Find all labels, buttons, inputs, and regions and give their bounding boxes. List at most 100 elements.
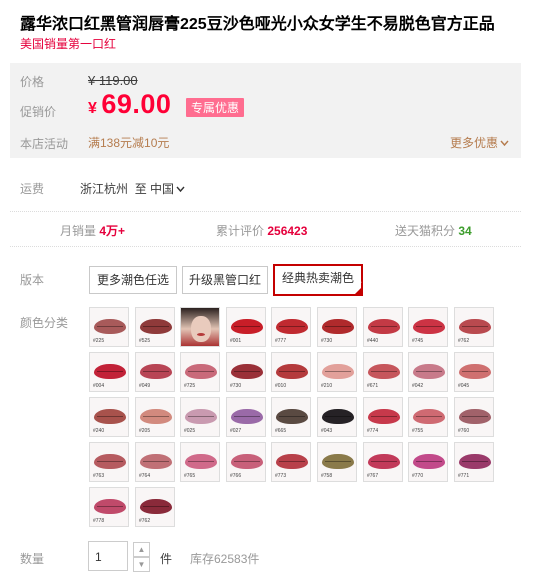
lips-swatch-image — [140, 454, 172, 469]
swatch-code: #027 — [230, 428, 242, 434]
color-swatch[interactable] — [180, 307, 220, 347]
stock-count: 库存62583件 — [190, 552, 260, 566]
product-subtitle: 美国销量第一口红 — [20, 37, 117, 51]
original-price: ¥ 119.00 — [88, 73, 138, 88]
swatch-code: #763 — [93, 473, 105, 479]
color-swatch[interactable]: #225 — [89, 307, 129, 347]
lips-swatch-image — [368, 319, 400, 334]
quantity-input[interactable]: 1 — [88, 541, 128, 571]
lips-swatch-image — [185, 364, 217, 379]
shipping-to: 至 中国 — [134, 182, 175, 196]
lips-swatch-image — [322, 409, 354, 424]
lips-swatch-image — [322, 319, 354, 334]
color-swatch[interactable]: #240 — [89, 397, 129, 437]
swatch-code: #440 — [367, 338, 379, 344]
review-count[interactable]: 累计评价 256423 — [216, 222, 307, 239]
color-swatch[interactable]: #755 — [408, 397, 448, 437]
swatch-code: #770 — [412, 473, 424, 479]
color-swatch[interactable]: #766 — [226, 442, 266, 482]
color-swatch[interactable]: #762 — [454, 307, 494, 347]
color-swatch[interactable]: #770 — [408, 442, 448, 482]
color-swatch[interactable]: #730 — [226, 352, 266, 392]
lips-swatch-image — [94, 499, 126, 514]
swatch-code: #725 — [184, 383, 196, 389]
version-option-more-colors[interactable]: 更多潮色任选 — [89, 266, 177, 294]
color-swatch[interactable]: #671 — [363, 352, 403, 392]
swatch-code: #225 — [93, 338, 105, 344]
swatch-code: #774 — [367, 428, 379, 434]
color-swatch[interactable]: #010 — [271, 352, 311, 392]
tmall-points-label: 送天猫积分 — [395, 224, 456, 238]
swatch-code: #767 — [367, 473, 379, 479]
lips-swatch-image — [94, 364, 126, 379]
color-swatch[interactable]: #767 — [363, 442, 403, 482]
lips-swatch-image — [185, 409, 217, 424]
color-swatch[interactable]: #771 — [454, 442, 494, 482]
product-title: 露华浓口红黑管润唇膏225豆沙色哑光小众女学生不易脱色官方正品 — [20, 16, 495, 33]
stats-bar: 月销量 4万+ 累计评价 256423 送天猫积分 34 — [10, 211, 521, 247]
lips-swatch-image — [140, 499, 172, 514]
color-swatch[interactable]: #725 — [180, 352, 220, 392]
lips-swatch-image — [231, 319, 263, 334]
lips-swatch-image — [140, 409, 172, 424]
chevron-down-icon — [176, 186, 185, 193]
selected-check-icon: ✓ — [353, 280, 363, 296]
color-swatch[interactable]: #763 — [89, 442, 129, 482]
lips-swatch-image — [276, 319, 308, 334]
color-swatch[interactable]: #043 — [317, 397, 357, 437]
shipping-destination[interactable]: 浙江杭州 至 中国 — [80, 180, 185, 197]
color-swatch[interactable]: #525 — [135, 307, 175, 347]
store-activity-value: 满138元减10元 — [88, 136, 170, 150]
color-swatch[interactable]: #758 — [317, 442, 357, 482]
color-swatch[interactable]: #004 — [89, 352, 129, 392]
swatch-code: #049 — [139, 383, 151, 389]
color-swatch[interactable]: #778 — [89, 487, 129, 527]
shipping-from: 浙江杭州 — [80, 182, 129, 196]
color-swatch[interactable]: #210 — [317, 352, 357, 392]
version-option-label: 升级黑管口红 — [188, 273, 261, 287]
version-option-label: 经典热卖潮色 — [281, 271, 354, 285]
color-swatch[interactable]: #049 — [135, 352, 175, 392]
color-swatch[interactable]: #762 — [135, 487, 175, 527]
lips-swatch-image — [322, 454, 354, 469]
color-swatch[interactable]: #773 — [271, 442, 311, 482]
lips-swatch-image — [459, 319, 491, 334]
color-swatch[interactable]: #765 — [180, 442, 220, 482]
swatch-code: #045 — [458, 383, 470, 389]
color-swatch[interactable]: #001 — [226, 307, 266, 347]
swatch-code: #004 — [93, 383, 105, 389]
color-swatch[interactable]: #027 — [226, 397, 266, 437]
color-swatch[interactable]: #764 — [135, 442, 175, 482]
lips-swatch-image — [276, 364, 308, 379]
lips-swatch-image — [413, 364, 445, 379]
color-swatch[interactable]: #745 — [408, 307, 448, 347]
color-swatch[interactable]: #440 — [363, 307, 403, 347]
promo-currency: ¥ — [88, 100, 97, 117]
swatch-code: #671 — [367, 383, 379, 389]
color-swatch[interactable]: #665 — [271, 397, 311, 437]
color-swatch[interactable]: #045 — [454, 352, 494, 392]
lips-swatch-image — [140, 364, 172, 379]
quantity-decrease-button[interactable]: ▼ — [133, 557, 150, 572]
lips-swatch-image — [94, 409, 126, 424]
swatch-code: #765 — [184, 473, 196, 479]
swatch-code: #778 — [93, 518, 105, 524]
version-option-classic-bestseller[interactable]: 经典热卖潮色 ✓ — [273, 264, 363, 296]
color-swatch[interactable]: #042 — [408, 352, 448, 392]
swatch-code: #240 — [93, 428, 105, 434]
color-swatch[interactable]: #025 — [180, 397, 220, 437]
swatch-code: #758 — [321, 473, 333, 479]
color-swatch[interactable]: #760 — [454, 397, 494, 437]
color-swatch[interactable]: #205 — [135, 397, 175, 437]
version-option-upgraded-black[interactable]: 升级黑管口红 — [182, 266, 268, 294]
color-swatch[interactable]: #774 — [363, 397, 403, 437]
lips-swatch-image — [276, 454, 308, 469]
color-swatch[interactable]: #777 — [271, 307, 311, 347]
promo-price: ¥ 69.00 — [88, 89, 171, 120]
lips-swatch-image — [140, 319, 172, 334]
quantity-increase-button[interactable]: ▲ — [133, 542, 150, 557]
review-count-value: 256423 — [267, 224, 308, 238]
color-swatch[interactable]: #730 — [317, 307, 357, 347]
more-offers-link[interactable]: 更多优惠 — [450, 134, 509, 151]
lips-swatch-image — [185, 454, 217, 469]
